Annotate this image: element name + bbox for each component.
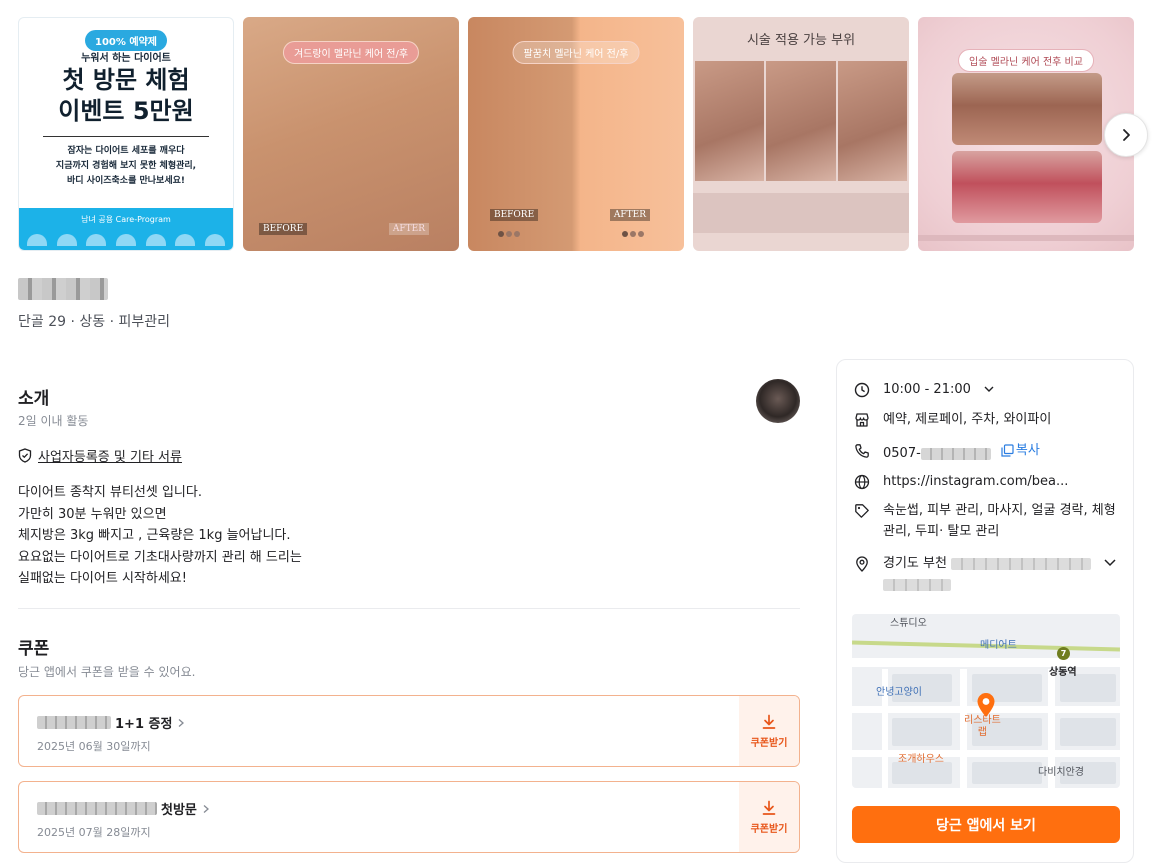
facilities: 예약, 제로페이, 주차, 와이파이 bbox=[853, 409, 1051, 430]
globe-icon bbox=[854, 474, 870, 489]
subway-line-badge: 7 bbox=[1057, 647, 1070, 660]
chevron-right-icon bbox=[179, 718, 185, 727]
location-map[interactable]: 스튜디오 메디어트 7 상동역 안녕고양이 조개하우스 다비치안경 리스타트 랩 bbox=[852, 614, 1120, 788]
chevron-down-icon bbox=[984, 386, 994, 392]
copy-phone-button[interactable]: 복사 bbox=[1001, 440, 1040, 461]
map-label: 상동역 bbox=[1049, 667, 1077, 678]
coupon-section-title: 쿠폰 bbox=[18, 639, 50, 659]
store-icon bbox=[855, 412, 869, 427]
slide-subtitle: 누워서 하는 다이어트 bbox=[81, 53, 171, 64]
coupon-name: 1+1 증정 bbox=[37, 713, 186, 732]
activity-status: 2일 이내 활동 bbox=[18, 414, 89, 428]
slide-pill: 겨드랑이 멜라닌 케어 전/후 bbox=[282, 41, 420, 64]
map-label: 조개하우스 bbox=[898, 754, 944, 765]
download-icon bbox=[762, 800, 776, 815]
section-divider bbox=[18, 608, 800, 609]
map-label: 다비치안경 bbox=[1038, 767, 1084, 778]
after-label: AFTER bbox=[388, 223, 429, 235]
download-coupon-button[interactable]: 쿠폰받기 bbox=[739, 782, 799, 852]
service-tags: 속눈썹, 피부 관리, 마사지, 얼굴 경락, 체형관리, 두피· 탈모 관리 bbox=[853, 500, 1123, 542]
intro-description: 다이어트 종착지 뷰티선셋 입니다. 가만히 30분 누워만 있으면 체지방은 … bbox=[18, 485, 302, 586]
copy-icon bbox=[1001, 444, 1014, 457]
shield-check-icon bbox=[18, 448, 32, 463]
slide-headline: 첫 방문 체험 이벤트 5만원 bbox=[58, 66, 194, 125]
chevron-right-icon bbox=[203, 804, 209, 813]
business-info-card: 10:00 - 21:00 예약, 제로페이, 주차, 와이파이 0507- 복… bbox=[836, 359, 1134, 863]
phone-number: 0507- 복사 bbox=[853, 440, 1040, 464]
before-label: BEFORE bbox=[259, 223, 308, 235]
business-meta: 단골 29 · 상동 · 피부관리 bbox=[18, 314, 171, 330]
before-label: BEFORE bbox=[490, 209, 539, 221]
download-coupon-button[interactable]: 쿠폰받기 bbox=[739, 696, 799, 766]
slide-pill: 입술 멜라닌 케어 전후 비교 bbox=[958, 49, 1094, 72]
coupon-section-desc: 당근 앱에서 쿠폰을 받을 수 있어요. bbox=[18, 665, 196, 679]
chevron-right-icon bbox=[1123, 129, 1130, 141]
slide-pill: 팔꿈치 멜라닌 케어 전/후 bbox=[512, 41, 640, 64]
address[interactable]: 경기도 부천 bbox=[853, 553, 1123, 595]
gallery-image-5[interactable]: 입술 멜라닌 케어 전후 비교 bbox=[918, 17, 1134, 251]
coupon-card[interactable]: 1+1 증정 2025년 06월 30일까지 쿠폰받기 bbox=[18, 695, 800, 767]
reservation-badge: 100% 예약제 bbox=[85, 30, 167, 51]
slide-footer-bar: 남녀 공용 Care-Program bbox=[19, 208, 233, 250]
chevron-down-icon[interactable] bbox=[1103, 557, 1117, 569]
coupon-expiry: 2025년 06월 30일까지 bbox=[37, 740, 151, 753]
avatar[interactable] bbox=[756, 379, 800, 423]
business-docs-link[interactable]: 사업자등록증 및 기타 서류 bbox=[18, 446, 182, 465]
slide-divider bbox=[43, 136, 209, 137]
slide-description: 잠자는 다이어트 세포를 깨우다 지금까지 경험해 보지 못한 체형관리, 바디… bbox=[55, 146, 197, 186]
business-name bbox=[18, 278, 108, 300]
phone-icon bbox=[855, 443, 869, 458]
tag-icon bbox=[855, 503, 869, 518]
after-label: AFTER bbox=[609, 209, 650, 221]
gallery-image-4[interactable]: 시술 적용 가능 부위 bbox=[693, 17, 909, 251]
gallery-image-2[interactable]: 겨드랑이 멜라닌 케어 전/후 BEFORE AFTER bbox=[243, 17, 459, 251]
gallery-next-button[interactable] bbox=[1104, 113, 1148, 157]
location-pin-icon bbox=[856, 555, 868, 572]
download-icon bbox=[762, 714, 776, 729]
clock-icon bbox=[854, 382, 870, 397]
website-link[interactable]: https://instagram.com/bea... bbox=[853, 471, 1068, 492]
open-in-app-button[interactable]: 당근 앱에서 보기 bbox=[852, 806, 1120, 843]
intro-title: 소개 bbox=[18, 389, 50, 409]
coupon-name: 첫방문 bbox=[37, 799, 211, 818]
gallery-image-3[interactable]: 팔꿈치 멜라닌 케어 전/후 BEFORE AFTER bbox=[468, 17, 684, 251]
map-pin-label: 리스타트 랩 bbox=[964, 715, 1001, 738]
map-label: 메디어트 bbox=[980, 640, 1017, 651]
map-label: 스튜디오 bbox=[890, 618, 927, 629]
coupon-card[interactable]: 첫방문 2025년 07월 28일까지 쿠폰받기 bbox=[18, 781, 800, 853]
photo-gallery: 100% 예약제 누워서 하는 다이어트 첫 방문 체험 이벤트 5만원 잠자는… bbox=[18, 17, 1135, 251]
opening-hours[interactable]: 10:00 - 21:00 bbox=[853, 379, 995, 400]
slide-heading: 시술 적용 가능 부위 bbox=[746, 33, 856, 48]
map-label: 안녕고양이 bbox=[876, 687, 922, 698]
coupon-expiry: 2025년 07월 28일까지 bbox=[37, 826, 151, 839]
gallery-image-1[interactable]: 100% 예약제 누워서 하는 다이어트 첫 방문 체험 이벤트 5만원 잠자는… bbox=[18, 17, 234, 251]
